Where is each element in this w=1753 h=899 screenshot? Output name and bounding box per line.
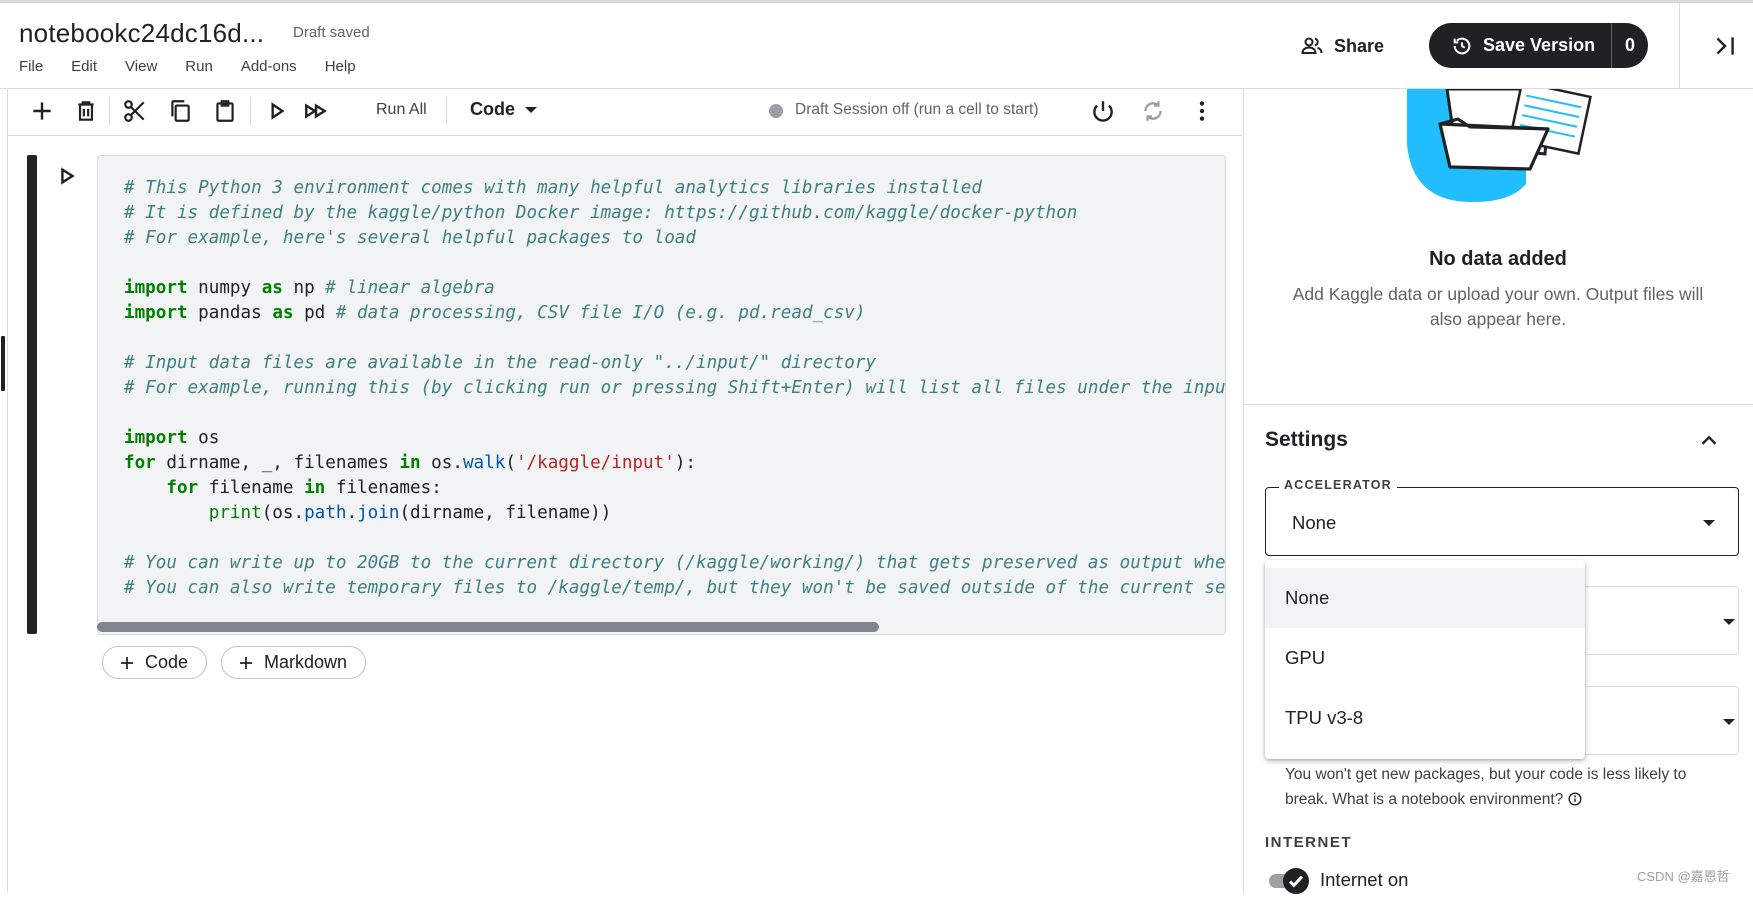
run-all-icon[interactable] bbox=[303, 98, 329, 124]
version-count[interactable]: 0 bbox=[1612, 35, 1648, 56]
resize-handle[interactable] bbox=[1, 336, 5, 391]
toolbar-separator bbox=[250, 97, 251, 125]
code-line: # You can also write temporary files to … bbox=[124, 578, 1226, 598]
menu-add-ons[interactable]: Add-ons bbox=[241, 58, 297, 75]
code-line: for dirname, _, filenames in os.walk('/k… bbox=[124, 453, 697, 473]
save-version-button[interactable]: Save Version 0 bbox=[1429, 23, 1648, 68]
menu-run[interactable]: Run bbox=[185, 58, 213, 75]
horizontal-scrollbar[interactable] bbox=[97, 622, 879, 632]
code-line: # Input data files are available in the … bbox=[124, 353, 877, 373]
code-content[interactable]: # This Python 3 environment comes with m… bbox=[124, 176, 1226, 601]
code-line: print(os.path.join(dirname, filename)) bbox=[208, 503, 612, 523]
more-icon[interactable] bbox=[1189, 98, 1215, 124]
code-line: import pandas as pd # data processing, C… bbox=[124, 303, 866, 323]
chevron-down-icon bbox=[1723, 619, 1735, 625]
plus-icon bbox=[121, 656, 133, 669]
code-line: # For example, running this (by clicking… bbox=[124, 378, 1226, 398]
menu-file[interactable]: File bbox=[19, 58, 43, 75]
menu-bar: File Edit View Run Add-ons Help bbox=[19, 58, 384, 75]
collapse-panel-icon[interactable] bbox=[1712, 33, 1738, 59]
people-icon bbox=[1301, 37, 1323, 54]
session-status-dot bbox=[769, 104, 783, 118]
code-line: import numpy as np # linear algebra bbox=[124, 278, 495, 298]
panel-divider bbox=[1243, 89, 1244, 893]
accelerator-value: None bbox=[1292, 512, 1337, 533]
environment-note: You won't get new packages, but your cod… bbox=[1285, 762, 1725, 812]
paste-icon[interactable] bbox=[212, 98, 238, 124]
internet-value: Internet on bbox=[1320, 869, 1409, 890]
add-cell-icon[interactable] bbox=[29, 98, 55, 124]
accelerator-dropdown-menu: None GPU TPU v3-8 bbox=[1265, 560, 1585, 759]
code-line: import os bbox=[124, 428, 220, 448]
copy-icon[interactable] bbox=[167, 98, 193, 124]
toolbar-separator bbox=[109, 97, 110, 125]
notebook-title[interactable]: notebookc24dc16d... bbox=[19, 18, 264, 49]
internet-toggle[interactable] bbox=[1283, 868, 1309, 894]
add-code-label: Code bbox=[145, 652, 189, 672]
watermark: CSDN @嘉恩哲 bbox=[1637, 869, 1730, 884]
share-label: Share bbox=[1334, 35, 1385, 56]
folder-illustration bbox=[1407, 89, 1592, 203]
option-gpu[interactable]: GPU bbox=[1265, 628, 1585, 688]
settings-title: Settings bbox=[1265, 428, 1348, 451]
add-code-cell-button[interactable]: Code bbox=[102, 646, 208, 679]
cell-type-value: Code bbox=[470, 99, 515, 119]
code-line: # This Python 3 environment comes with m… bbox=[124, 178, 982, 198]
add-markdown-cell-button[interactable]: Markdown bbox=[221, 646, 367, 679]
share-button[interactable]: Share bbox=[1300, 28, 1384, 64]
code-editor[interactable]: # This Python 3 environment comes with m… bbox=[97, 155, 1226, 635]
history-icon bbox=[1453, 37, 1471, 54]
code-line: # For example, here's several helpful pa… bbox=[124, 228, 696, 248]
power-icon[interactable] bbox=[1090, 98, 1116, 124]
toolbar-separator bbox=[446, 97, 447, 125]
plus-icon bbox=[240, 656, 252, 669]
header-divider bbox=[1679, 3, 1680, 88]
option-none[interactable]: None bbox=[1265, 568, 1585, 628]
menu-help[interactable]: Help bbox=[325, 58, 356, 75]
session-status: Draft Session off (run a cell to start) bbox=[795, 101, 1039, 118]
code-line: for filename in filenames: bbox=[166, 478, 442, 498]
accelerator-label: ACCELERATOR bbox=[1279, 478, 1397, 492]
chevron-up-icon[interactable] bbox=[1698, 430, 1720, 452]
chevron-down-icon bbox=[525, 106, 537, 113]
internet-label: INTERNET bbox=[1265, 834, 1352, 851]
save-version-label: Save Version bbox=[1483, 35, 1596, 55]
add-markdown-label: Markdown bbox=[264, 652, 348, 672]
check-icon bbox=[1288, 875, 1304, 888]
restart-icon[interactable] bbox=[1140, 98, 1166, 124]
code-line: # You can write up to 20GB to the curren… bbox=[124, 553, 1226, 573]
cell-selection-bar bbox=[27, 155, 37, 634]
no-data-description: Add Kaggle data or upload your own. Outp… bbox=[1292, 284, 1704, 329]
cell-type-select[interactable]: Code bbox=[470, 99, 537, 120]
chevron-down-icon bbox=[1703, 520, 1715, 526]
no-data-title: No data added bbox=[1429, 248, 1567, 270]
option-tpu[interactable]: TPU v3-8 bbox=[1265, 688, 1585, 748]
chevron-down-icon bbox=[1723, 719, 1735, 725]
menu-view[interactable]: View bbox=[125, 58, 157, 75]
run-all-button[interactable]: Run All bbox=[376, 101, 427, 119]
run-cell-icon[interactable] bbox=[56, 165, 78, 187]
info-icon[interactable] bbox=[1568, 792, 1582, 806]
left-gutter bbox=[0, 89, 8, 893]
run-icon[interactable] bbox=[264, 98, 290, 124]
section-divider bbox=[1244, 404, 1753, 405]
draft-status: Draft saved bbox=[293, 24, 370, 41]
cut-icon[interactable] bbox=[122, 98, 148, 124]
delete-icon[interactable] bbox=[73, 98, 99, 124]
code-line: # It is defined by the kaggle/python Doc… bbox=[124, 203, 1078, 223]
environment-note-text: You won't get new packages, but your cod… bbox=[1285, 766, 1687, 808]
menu-edit[interactable]: Edit bbox=[71, 58, 97, 75]
